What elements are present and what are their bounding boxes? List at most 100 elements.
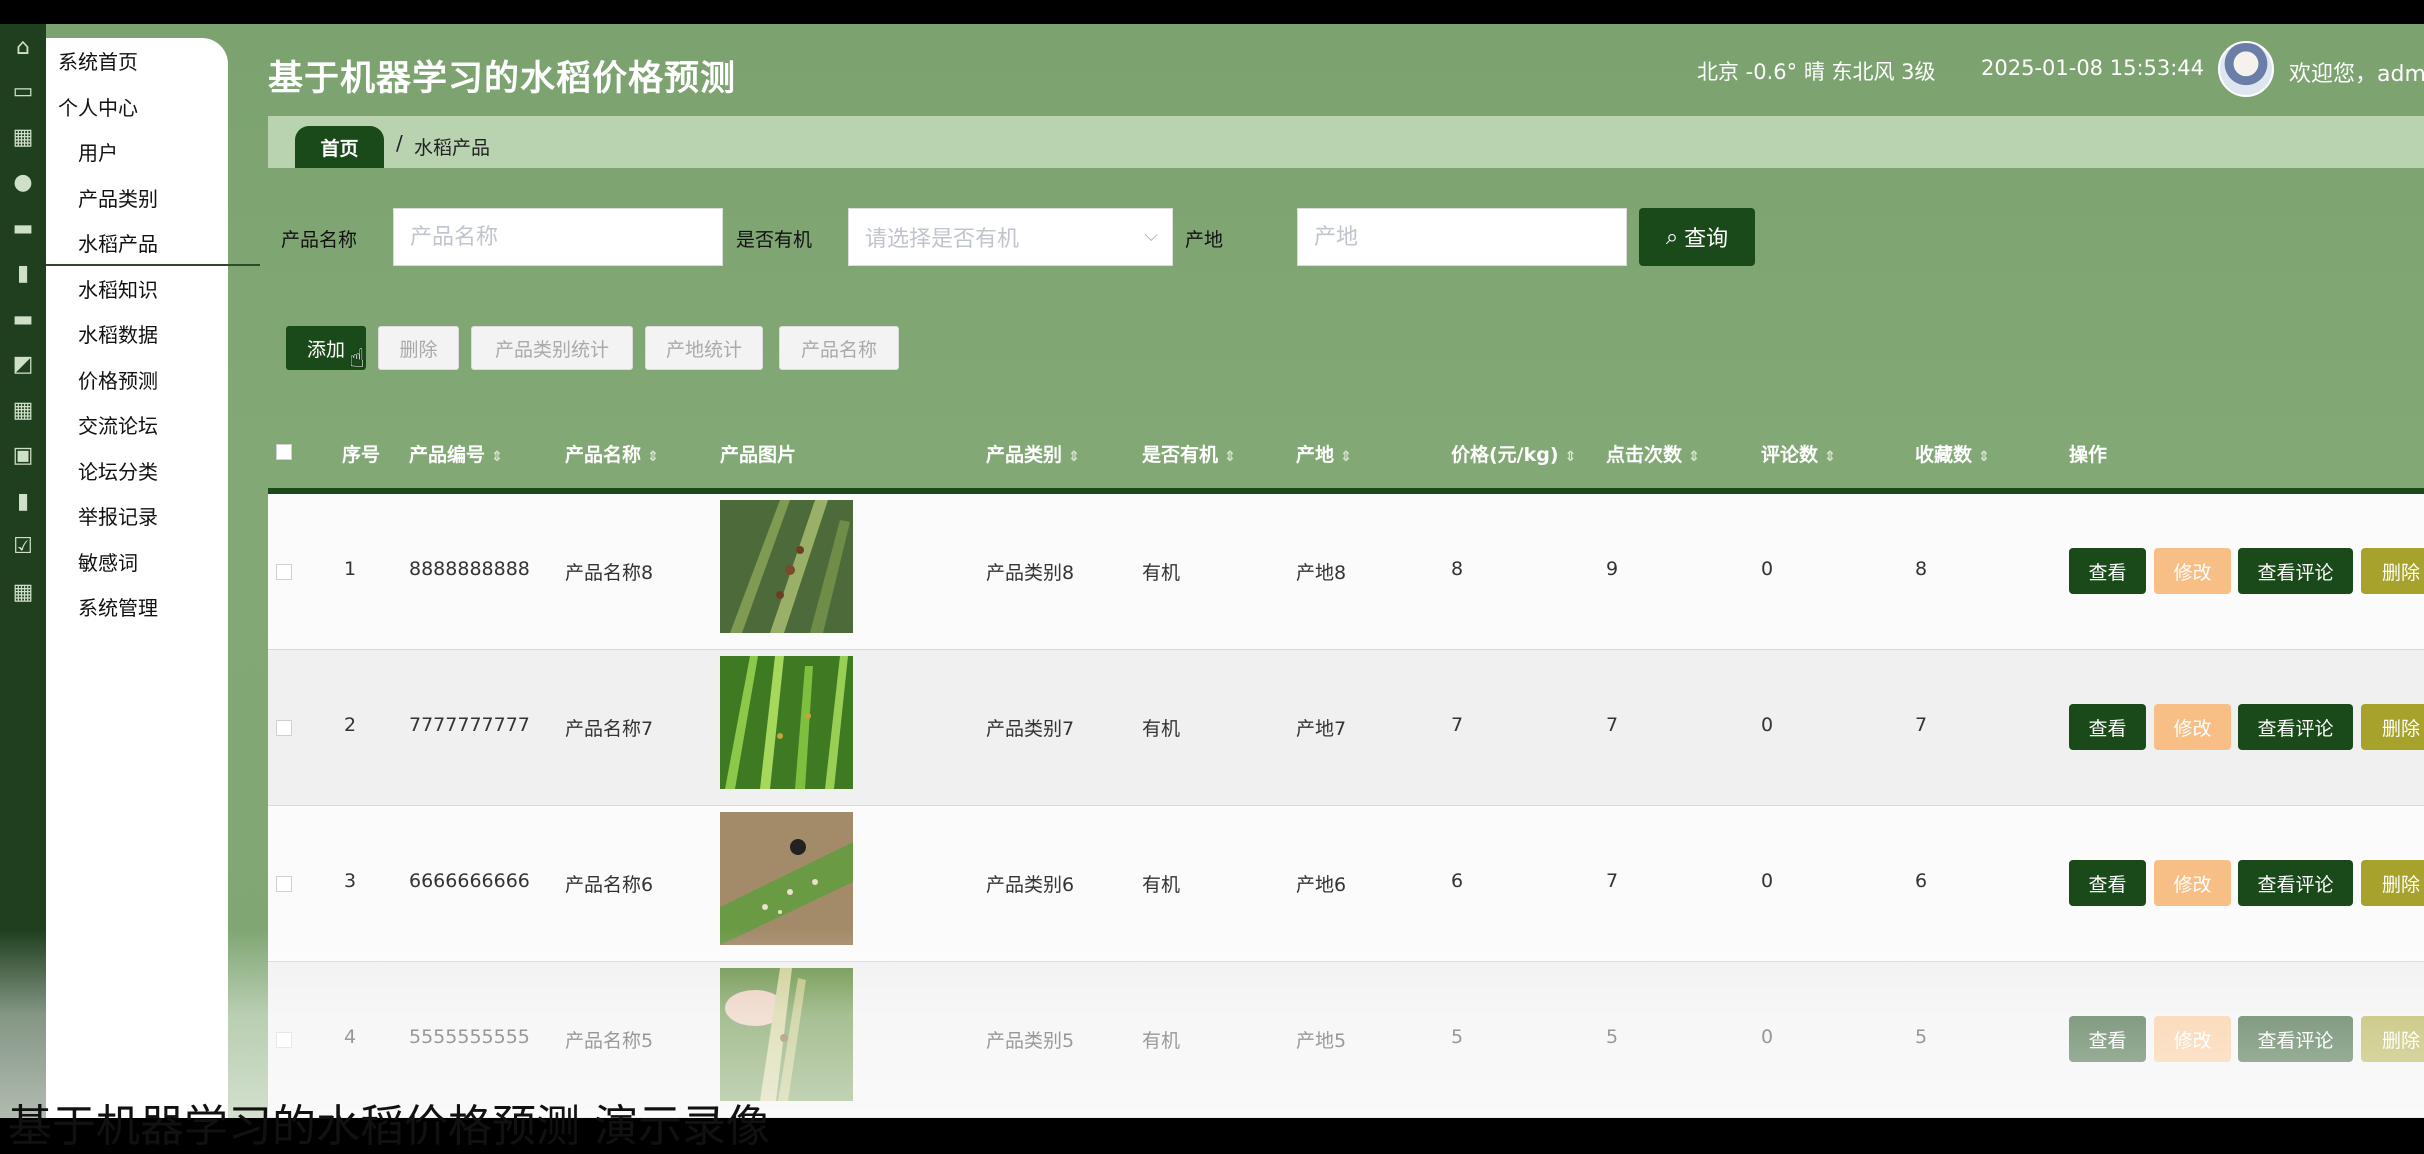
cell-organic: 有机	[1142, 718, 1181, 740]
edit-button[interactable]: 修改	[2154, 860, 2231, 906]
table-row[interactable]: 2 7777777777 产品名称7 产品类别7 有机 产地7 7 7 0 7 …	[268, 650, 2424, 806]
apps-icon[interactable]: ▦	[8, 577, 38, 607]
th-image: 产品图片	[720, 444, 797, 466]
cell-name: 产品名称5	[565, 1030, 654, 1052]
clipboard-icon[interactable]: ▮	[8, 258, 38, 288]
cell-organic: 有机	[1142, 874, 1181, 896]
origin-stats-button[interactable]: 产地统计	[645, 326, 763, 370]
sidebar-item-rice-products[interactable]: 水稻产品	[46, 220, 260, 266]
cell-category: 产品类别6	[986, 874, 1075, 896]
cell-favorites: 5	[1915, 1026, 1928, 1048]
cell-comments: 0	[1761, 1026, 1774, 1048]
cell-category: 产品类别5	[986, 1030, 1075, 1052]
bar-chart-icon[interactable]: ▮	[8, 486, 38, 516]
briefcase-icon[interactable]: ▬	[8, 213, 38, 243]
chart-icon[interactable]: ◩	[8, 349, 38, 379]
select-all-checkbox[interactable]	[276, 444, 292, 460]
avatar[interactable]	[2218, 41, 2274, 97]
sidebar-item-forum[interactable]: 交流论坛	[46, 402, 260, 446]
th-origin[interactable]: 产地 ⇕	[1296, 440, 1352, 467]
organic-select[interactable]: 请选择是否有机 ⌵	[848, 208, 1173, 266]
cell-price: 7	[1451, 714, 1464, 736]
view-button[interactable]: 查看	[2069, 1016, 2146, 1062]
sidebar-item-rice-knowledge[interactable]: 水稻知识	[46, 266, 260, 310]
th-category[interactable]: 产品类别 ⇕	[986, 440, 1080, 467]
view-button[interactable]: 查看	[2069, 860, 2146, 906]
sort-icon: ⇕	[1564, 449, 1577, 465]
sidebar-item-home[interactable]: 系统首页	[46, 38, 240, 82]
breadcrumb-home[interactable]: 首页	[295, 126, 384, 168]
edit-button[interactable]: 修改	[2154, 704, 2231, 750]
row-checkbox[interactable]	[276, 876, 292, 892]
origin-input[interactable]	[1297, 208, 1627, 266]
edit-button[interactable]: 修改	[2154, 548, 2231, 594]
row-checkbox[interactable]	[276, 720, 292, 736]
cell-code: 7777777777	[409, 714, 530, 736]
apps-icon[interactable]: ▦	[8, 395, 38, 425]
view-comments-button[interactable]: 查看评论	[2238, 860, 2353, 906]
product-image[interactable]	[720, 968, 853, 1101]
cell-price: 5	[1451, 1026, 1464, 1048]
view-button[interactable]: 查看	[2069, 704, 2146, 750]
category-stats-button[interactable]: 产品类别统计	[471, 326, 633, 370]
cell-category: 产品类别8	[986, 562, 1075, 584]
th-favorites[interactable]: 收藏数 ⇕	[1915, 440, 1990, 467]
table-row[interactable]: 3 6666666666 产品名称6 产品类别6 有机 产地6 6 7 0 6 …	[268, 806, 2424, 962]
view-comments-button[interactable]: 查看评论	[2238, 704, 2353, 750]
sidebar-item-profile[interactable]: 个人中心	[46, 84, 240, 128]
mouse-cursor-icon: ☝	[349, 344, 365, 374]
sidebar-item-product-category[interactable]: 产品类别	[46, 175, 260, 219]
th-price[interactable]: 价格(元/kg) ⇕	[1451, 440, 1576, 467]
th-comments[interactable]: 评论数 ⇕	[1761, 440, 1836, 467]
th-name[interactable]: 产品名称 ⇕	[565, 440, 659, 467]
sidebar-item-forum-category[interactable]: 论坛分类	[46, 448, 260, 492]
cell-index: 2	[344, 714, 357, 736]
sort-icon: ⇕	[1340, 449, 1352, 465]
cell-index: 3	[344, 870, 357, 892]
view-comments-button[interactable]: 查看评论	[2238, 548, 2353, 594]
user-icon[interactable]: ●	[8, 167, 38, 197]
product-name-label: 产品名称	[281, 229, 358, 251]
monitor-icon[interactable]: ▬	[8, 304, 38, 334]
delete-row-button[interactable]: 删除	[2361, 860, 2424, 906]
delete-button[interactable]: 删除	[378, 326, 459, 370]
sidebar-item-sensitive-words[interactable]: 敏感词	[46, 539, 260, 583]
cell-index: 1	[344, 558, 357, 580]
cell-clicks: 9	[1606, 558, 1619, 580]
home-icon[interactable]: ⌂	[8, 32, 38, 62]
cell-price: 8	[1451, 558, 1464, 580]
grid-icon[interactable]: ▦	[8, 122, 38, 152]
product-image[interactable]	[720, 812, 853, 945]
card-icon[interactable]: ▭	[8, 76, 38, 106]
check-icon[interactable]: ☑	[8, 531, 38, 561]
welcome-text[interactable]: 欢迎您，admi	[2289, 56, 2424, 88]
name-stats-button[interactable]: 产品名称	[779, 326, 899, 370]
cell-name: 产品名称6	[565, 874, 654, 896]
th-code[interactable]: 产品编号 ⇕	[409, 440, 503, 467]
th-organic[interactable]: 是否有机 ⇕	[1142, 440, 1236, 467]
view-button[interactable]: 查看	[2069, 548, 2146, 594]
th-clicks[interactable]: 点击次数 ⇕	[1606, 440, 1700, 467]
sidebar-item-system[interactable]: 系统管理	[46, 584, 260, 628]
delete-row-button[interactable]: 删除	[2361, 548, 2424, 594]
delete-row-button[interactable]: 删除	[2361, 1016, 2424, 1062]
row-checkbox[interactable]	[276, 564, 292, 580]
sidebar: 系统首页 个人中心 用户 产品类别 水稻产品 水稻知识 水稻数据 价格预测 交流…	[46, 38, 260, 1118]
edit-button[interactable]: 修改	[2154, 1016, 2231, 1062]
product-name-input[interactable]	[393, 208, 723, 266]
table-row[interactable]: 1 8888888888 产品名称8 产品类别8 有机 产地8 8 9 0 8 …	[268, 494, 2424, 650]
cell-code: 8888888888	[409, 558, 530, 580]
tag-icon[interactable]: ▣	[8, 440, 38, 470]
query-button[interactable]: ⌕ 查询	[1639, 208, 1755, 266]
delete-row-button[interactable]: 删除	[2361, 704, 2424, 750]
product-image[interactable]	[720, 500, 853, 633]
product-table: 序号 产品编号 ⇕ 产品名称 ⇕ 产品图片 产品类别 ⇕ 是否有机 ⇕ 产地 ⇕ 价格(元…	[268, 416, 2424, 1118]
row-checkbox[interactable]	[276, 1032, 292, 1048]
view-comments-button[interactable]: 查看评论	[2238, 1016, 2353, 1062]
sidebar-item-users[interactable]: 用户	[46, 129, 260, 173]
cell-favorites: 6	[1915, 870, 1928, 892]
sidebar-item-price-prediction[interactable]: 价格预测	[46, 357, 260, 401]
sidebar-item-reports[interactable]: 举报记录	[46, 493, 260, 537]
product-image[interactable]	[720, 656, 853, 789]
sidebar-item-rice-data[interactable]: 水稻数据	[46, 311, 260, 355]
